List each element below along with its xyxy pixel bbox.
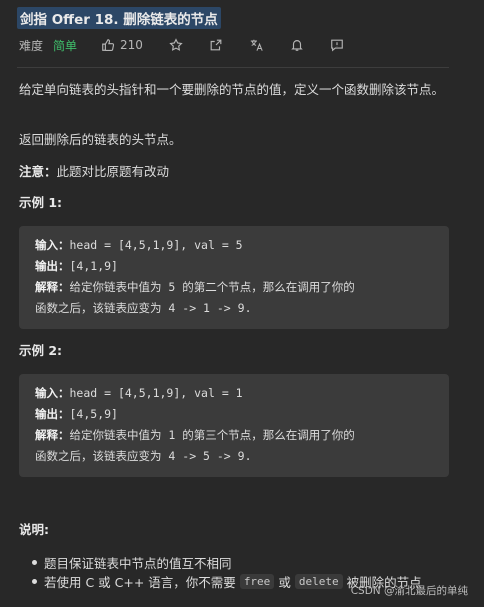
bell-icon bbox=[291, 40, 303, 51]
example-1-output: [4,1,9] bbox=[69, 259, 118, 273]
problem-title: 剑指 Offer 18. 删除链表的节点 bbox=[17, 7, 221, 29]
example-2-output: [4,5,9] bbox=[69, 407, 118, 421]
example-2-explain-line-2: 函数之后，该链表应变为 4 -> 5 -> 9. bbox=[35, 449, 252, 463]
difficulty-badge: 简单 bbox=[53, 38, 78, 53]
example-2-explain-1: 给定你链表中值为 1 的第三个节点，那么在调用了你的 bbox=[69, 428, 355, 442]
description-paragraph: 给定单向链表的头指针和一个要删除的节点的值，定义一个函数删除该节点。 bbox=[19, 82, 445, 97]
example-2-output-line: 输出：[4,5,9] bbox=[35, 406, 118, 422]
example-2-input: head = [4,5,1,9], val = 1 bbox=[69, 386, 243, 400]
description-return-paragraph: 返回删除后的链表的头节点。 bbox=[19, 132, 182, 147]
watermark: CSDN @渝北最后的单纯 bbox=[350, 585, 468, 597]
translate-button[interactable] bbox=[249, 38, 264, 52]
notify-button[interactable] bbox=[290, 38, 304, 52]
note-paragraph: 注意：此题对比原题有改动 bbox=[19, 163, 444, 181]
input-label: 输入： bbox=[35, 238, 70, 252]
like-count: 210 bbox=[120, 38, 143, 52]
example-1-explain-1: 给定你链表中值为 5 的第二个节点，那么在调用了你的 bbox=[69, 280, 355, 294]
explain-label: 解释： bbox=[35, 428, 70, 442]
example-1-heading: 示例 1: bbox=[19, 195, 63, 210]
list-item: 题目保证链表中节点的值互不相同 bbox=[30, 553, 422, 572]
output-label: 输出： bbox=[35, 407, 70, 421]
divider bbox=[17, 67, 449, 68]
example-2-code-block: 输入：head = [4,5,1,9], val = 1 输出：[4,5,9] … bbox=[19, 374, 449, 477]
example-1-code-block: 输入：head = [4,5,1,9], val = 5 输出：[4,1,9] … bbox=[19, 226, 449, 329]
input-label: 输入： bbox=[35, 386, 70, 400]
code-free: free bbox=[239, 574, 275, 589]
example-1-input-line: 输入：head = [4,5,1,9], val = 5 bbox=[35, 237, 243, 253]
feedback-button[interactable] bbox=[330, 38, 344, 52]
example-1-explain-line: 解释：给定你链表中值为 5 的第二个节点，那么在调用了你的 bbox=[35, 279, 355, 295]
notes-item-1: 题目保证链表中节点的值互不相同 bbox=[44, 556, 232, 571]
example-2-explain-line: 解释：给定你链表中值为 1 的第三个节点，那么在调用了你的 bbox=[35, 427, 355, 443]
note-label: 注意： bbox=[19, 164, 57, 179]
output-label: 输出： bbox=[35, 259, 70, 273]
difficulty-label: 难度 bbox=[19, 38, 44, 53]
star-icon bbox=[169, 38, 183, 51]
note-text: 此题对比原题有改动 bbox=[56, 164, 170, 179]
example-1-explain-line-2: 函数之后，该链表应变为 4 -> 1 -> 9. bbox=[35, 301, 252, 315]
example-1-input: head = [4,5,1,9], val = 5 bbox=[69, 238, 243, 252]
problem-page: 剑指 Offer 18. 删除链表的节点 难度 简单 210 给定单向链表的头指… bbox=[0, 0, 484, 607]
example-2-heading: 示例 2: bbox=[19, 343, 63, 358]
like-button[interactable]: 210 bbox=[101, 38, 143, 52]
feedback-icon bbox=[331, 39, 343, 52]
notes-heading: 说明: bbox=[19, 522, 49, 537]
example-2-input-line: 输入：head = [4,5,1,9], val = 1 bbox=[35, 385, 243, 401]
explain-label: 解释： bbox=[35, 280, 70, 294]
translate-icon bbox=[250, 39, 263, 51]
share-icon bbox=[210, 39, 222, 51]
thumbs-up-icon bbox=[102, 39, 115, 51]
example-1-output-line: 输出：[4,1,9] bbox=[35, 258, 118, 274]
notes-item-2-text-a: 若使用 C 或 C++ 语言，你不需要 bbox=[44, 575, 236, 590]
favorite-button[interactable] bbox=[169, 38, 183, 52]
problem-meta-bar: 难度 简单 210 bbox=[19, 36, 344, 54]
notes-item-2-text-b: 或 bbox=[278, 575, 291, 590]
code-delete: delete bbox=[294, 574, 343, 589]
share-button[interactable] bbox=[209, 38, 223, 52]
